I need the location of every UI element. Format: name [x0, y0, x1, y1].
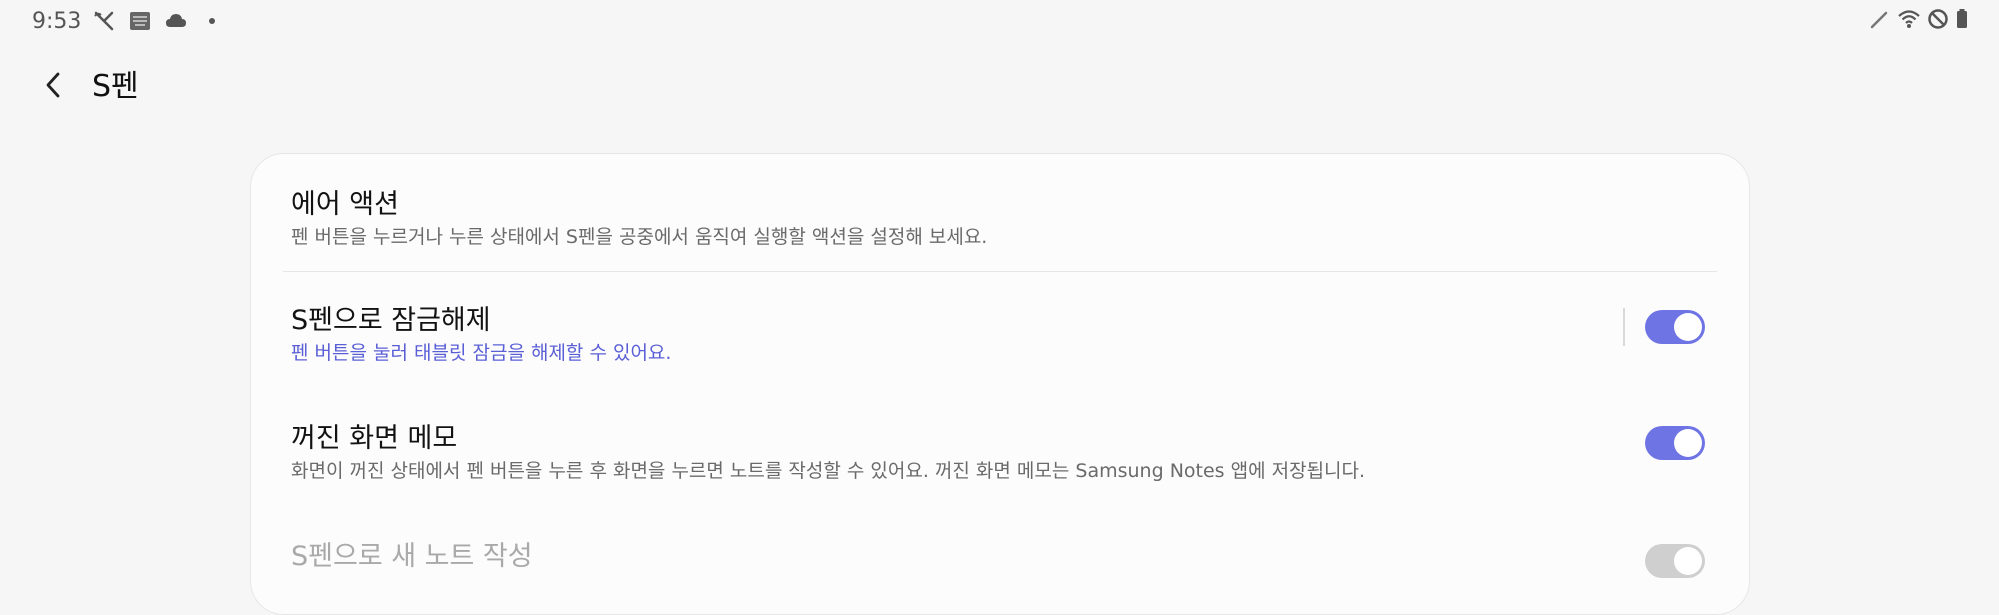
settings-card: 에어 액션 펜 버튼을 누르거나 누른 상태에서 S펜을 공중에서 움직여 실행…	[250, 153, 1750, 615]
dot-icon	[199, 8, 225, 34]
toggle-knob	[1674, 547, 1702, 575]
vertical-divider	[1623, 308, 1625, 346]
status-right	[1869, 8, 1969, 34]
setting-air-action[interactable]: 에어 액션 펜 버튼을 누르거나 누른 상태에서 S펜을 공중에서 움직여 실행…	[251, 154, 1749, 272]
back-button[interactable]	[36, 68, 70, 106]
setting-title: 에어 액션	[291, 189, 399, 220]
setting-title: 꺼진 화면 메모	[291, 423, 458, 454]
setting-subtitle: 펜 버튼을 눌러 태블릿 잠금을 해제할 수 있어요.	[291, 342, 672, 364]
keyboard-icon	[127, 8, 153, 34]
setting-subtitle: 화면이 꺼진 상태에서 펜 버튼을 누른 후 화면을 누르면 노트를 작성할 수…	[291, 460, 1366, 482]
status-left: 9:53	[32, 8, 225, 34]
call-end-icon	[91, 8, 117, 34]
wifi-icon	[1897, 8, 1921, 34]
setting-title: S펜으로 잠금해제	[291, 305, 491, 336]
unlock-toggle[interactable]	[1645, 310, 1705, 344]
status-time: 9:53	[32, 8, 82, 34]
status-bar: 9:53	[0, 0, 1999, 42]
pen-icon	[1869, 8, 1891, 34]
do-not-disturb-icon	[1927, 8, 1949, 34]
setting-title: S펜으로 새 노트 작성	[291, 541, 533, 572]
screen-off-memo-toggle[interactable]	[1645, 426, 1705, 460]
setting-subtitle: 펜 버튼을 누르거나 누른 상태에서 S펜을 공중에서 움직여 실행할 액션을 …	[291, 226, 988, 248]
page-title: S펜	[92, 69, 139, 104]
toggle-knob	[1674, 429, 1702, 457]
battery-icon	[1955, 8, 1969, 34]
cloud-icon	[163, 8, 189, 34]
setting-unlock-with-spen[interactable]: S펜으로 잠금해제 펜 버튼을 눌러 태블릿 잠금을 해제할 수 있어요.	[251, 272, 1749, 390]
chevron-left-icon	[42, 70, 64, 104]
toggle-knob	[1674, 313, 1702, 341]
setting-screen-off-memo[interactable]: 꺼진 화면 메모 화면이 꺼진 상태에서 펜 버튼을 누른 후 화면을 누르면 …	[251, 390, 1749, 508]
setting-new-note[interactable]: S펜으로 새 노트 작성	[251, 508, 1749, 614]
header: S펜	[0, 62, 600, 112]
